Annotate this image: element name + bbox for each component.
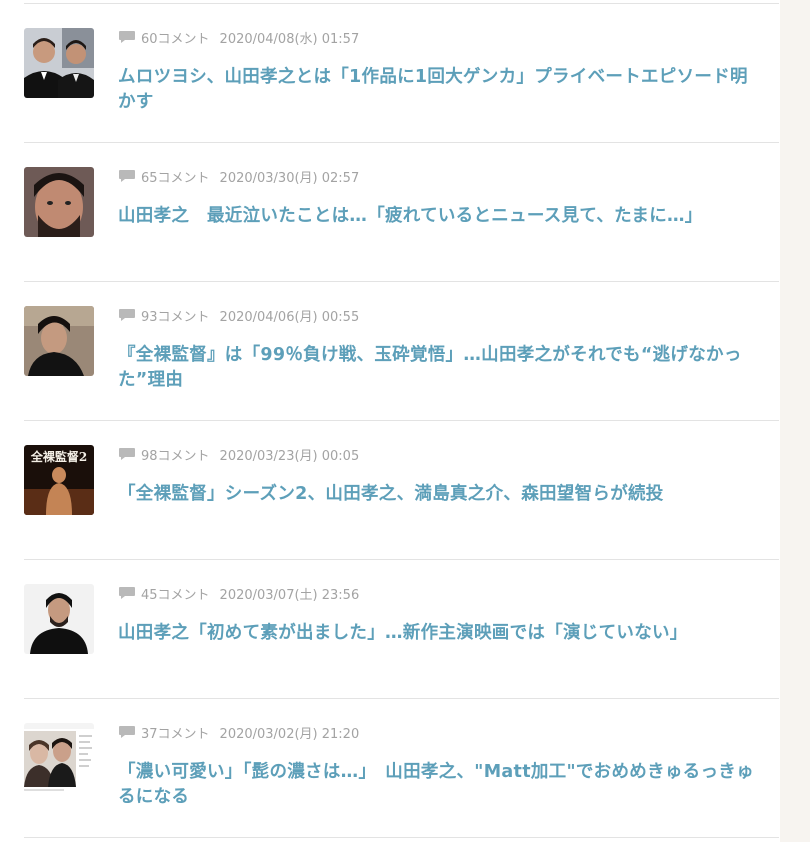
comment-bubble-icon [118, 169, 136, 183]
article-thumbnail[interactable] [24, 584, 94, 654]
article-date: 2020/03/02(月) 21:20 [219, 726, 360, 742]
article-thumbnail[interactable] [24, 306, 94, 376]
right-gutter [780, 0, 810, 842]
article-date: 2020/03/30(月) 02:57 [219, 170, 360, 186]
article-meta: 65コメント 2020/03/30(月) 02:57 [118, 167, 360, 186]
comment-count: 93コメント [141, 309, 210, 325]
poster-title: 全裸監督2 [30, 449, 87, 464]
article-title-link[interactable]: 「全裸監督」シーズン2、山田孝之、満島真之介、森田望智らが続投 [118, 482, 758, 507]
article-item[interactable]: 65コメント 2020/03/30(月) 02:57 山田孝之 最近泣いたことは… [24, 143, 779, 282]
article-date: 2020/03/07(土) 23:56 [219, 587, 360, 603]
article-thumbnail[interactable] [24, 723, 94, 793]
article-meta: 45コメント 2020/03/07(土) 23:56 [118, 584, 360, 603]
article-title-link[interactable]: 『全裸監督』は「99％負け戦、玉砕覚悟」…山田孝之がそれでも“逃げなかった”理由 [118, 343, 758, 393]
article-list-page: 60コメント 2020/04/08(水) 01:57 ムロツヨシ、山田孝之とは「… [0, 0, 810, 842]
article-title-link[interactable]: 山田孝之 最近泣いたことは…「疲れているとニュース見て、たまに…」 [118, 204, 758, 229]
article-meta: 37コメント 2020/03/02(月) 21:20 [118, 723, 360, 742]
article-title-link[interactable]: 山田孝之「初めて素が出ました」…新作主演映画では「演じていない」 [118, 621, 758, 646]
article-item[interactable]: 37コメント 2020/03/02(月) 21:20 「濃い可愛い」「髭の濃さは… [24, 699, 779, 838]
article-item[interactable]: 全裸監督2 98コメント 2020/03/23(月) 00:05 「全裸監督」シ… [24, 421, 779, 560]
article-date: 2020/04/06(月) 00:55 [219, 309, 360, 325]
article-title-link[interactable]: 「濃い可愛い」「髭の濃さは…」 山田孝之、"Matt加工"でおめめきゅるっきゅる… [118, 760, 758, 810]
article-title-link[interactable]: ムロツヨシ、山田孝之とは「1作品に1回大ゲンカ」プライベートエピソード明かす [118, 65, 758, 115]
article-item[interactable]: 45コメント 2020/03/07(土) 23:56 山田孝之「初めて素が出まし… [24, 560, 779, 699]
comment-bubble-icon [118, 308, 136, 322]
comment-count: 45コメント [141, 587, 210, 603]
article-item[interactable]: 93コメント 2020/04/06(月) 00:55 『全裸監督』は「99％負け… [24, 282, 779, 421]
comment-bubble-icon [118, 586, 136, 600]
comment-count: 65コメント [141, 170, 210, 186]
article-meta: 98コメント 2020/03/23(月) 00:05 [118, 445, 360, 464]
article-date: 2020/03/23(月) 00:05 [219, 448, 360, 464]
article-thumbnail[interactable]: 全裸監督2 [24, 445, 94, 515]
comment-bubble-icon [118, 725, 136, 739]
article-thumbnail[interactable] [24, 167, 94, 237]
comment-bubble-icon [118, 447, 136, 461]
comment-count: 98コメント [141, 448, 210, 464]
article-thumbnail[interactable] [24, 28, 94, 98]
comment-bubble-icon [118, 30, 136, 44]
related-articles-list: 60コメント 2020/04/08(水) 01:57 ムロツヨシ、山田孝之とは「… [24, 3, 779, 838]
comment-count: 37コメント [141, 726, 210, 742]
article-item[interactable]: 60コメント 2020/04/08(水) 01:57 ムロツヨシ、山田孝之とは「… [24, 4, 779, 143]
article-meta: 93コメント 2020/04/06(月) 00:55 [118, 306, 360, 325]
article-meta: 60コメント 2020/04/08(水) 01:57 [118, 28, 360, 47]
article-date: 2020/04/08(水) 01:57 [219, 31, 360, 47]
comment-count: 60コメント [141, 31, 210, 47]
